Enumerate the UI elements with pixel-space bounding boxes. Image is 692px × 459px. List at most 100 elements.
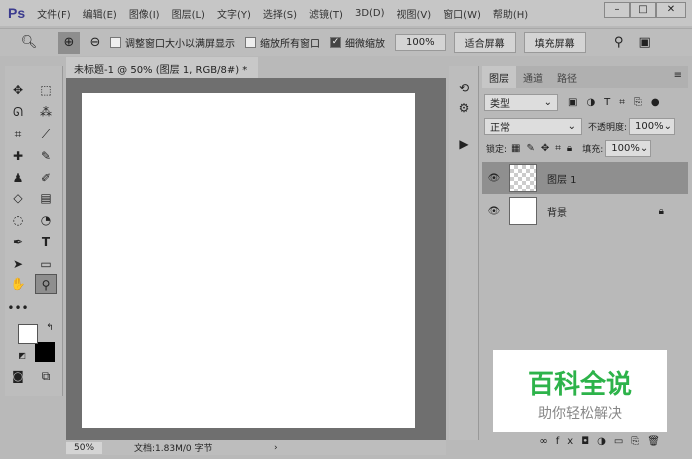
visibility-eye-icon[interactable]: 👁︎ [482,206,506,217]
dodge-tool-icon[interactable]: ◔ [35,210,57,230]
resize-windows-checkbox[interactable]: 调整窗口大小以满屏显示 [110,35,235,50]
visibility-eye-icon[interactable]: 👁︎ [482,173,506,184]
crop-tool-icon[interactable]: ⌗ [7,124,29,144]
pen-tool-icon[interactable]: ✒ [7,232,29,252]
zoom-tool-icon[interactable]: ⚲ [35,274,57,294]
menu-view[interactable]: 视图(V) [397,6,432,21]
screen-mode-icon[interactable]: ⧉ [35,366,57,386]
fx-icon[interactable]: fx [556,436,581,447]
fill-screen-button[interactable]: 填充屏幕 [523,32,586,53]
lasso-tool-icon[interactable]: ᘏ [7,102,29,122]
panel-menu-icon[interactable]: ≡ [668,66,688,88]
photoshop-logo: Ps [8,5,26,21]
label: 细微缩放 [345,39,385,50]
scrubby-zoom-checkbox[interactable]: ✓ 细微缩放 [330,35,385,50]
history-brush-icon[interactable]: ✐ [35,168,57,188]
menu-bar: Ps 文件(F) 编辑(E) 图像(I) 图层(L) 文字(Y) 选择(S) 滤… [0,0,692,26]
status-menu-arrow[interactable]: › [274,443,278,453]
lock-icons[interactable]: ▦✎✥⌗🔒︎ [511,143,578,154]
minimize-button[interactable]: – [604,2,630,18]
blend-mode-select[interactable]: 正常 ⌄ [484,118,582,135]
filter-kind-select[interactable]: 类型 ⌄ [484,94,558,111]
eraser-tool-icon[interactable]: ◇ [7,188,29,208]
tab-layers[interactable]: 图层 [482,66,516,88]
menu-file[interactable]: 文件(F) [37,6,71,21]
marquee-tool-icon[interactable]: ⬚ [35,80,57,100]
new-layer-icon[interactable]: ⎘ [631,436,647,447]
layer-actions: ∞ fx ◘ ◑ ▭ ⎘ 🗑︎ [482,436,688,447]
menu-edit[interactable]: 编辑(E) [83,6,117,21]
more-tools-icon[interactable]: ••• [7,298,29,318]
zoom-100-button[interactable]: 100% [395,34,446,51]
rectangle-tool-icon[interactable]: ▭ [35,254,57,274]
gradient-tool-icon[interactable]: ▤ [35,188,57,208]
properties-panel-icon[interactable]: ⚙ [453,98,475,118]
healing-brush-icon[interactable]: ✚ [7,146,29,166]
document-title: 未标题-1 @ 50% (图层 1, RGB/8#) * [74,65,248,76]
filter-label: 类型 [490,99,510,110]
link-icon[interactable]: ∞ [539,436,555,447]
chevron-down-icon: ⌄ [663,121,673,132]
panel-tabs: 图层 通道 路径 ≡ [482,66,688,88]
menu-layer[interactable]: 图层(L) [172,6,205,21]
blur-tool-icon[interactable]: ◌ [7,210,29,230]
layer-name: 图层 1 [547,174,577,186]
trash-icon[interactable]: 🗑︎ [647,436,668,447]
background-color-swatch[interactable] [35,342,55,362]
zoom-level-field[interactable]: 50% [66,441,102,454]
search-icon[interactable]: ⚲ [608,32,630,54]
tab-paths[interactable]: 路径 [550,66,584,88]
checkbox-icon[interactable] [110,37,121,48]
document-tab[interactable]: 未标题-1 @ 50% (图层 1, RGB/8#) * × [66,57,258,87]
label: 调整窗口大小以满屏显示 [125,39,235,50]
workspace-icon[interactable]: ▣ [634,32,656,54]
brush-tool-icon[interactable]: ✎ [35,146,57,166]
menu-help[interactable]: 帮助(H) [493,6,528,21]
swap-colors-icon[interactable]: ↰ [39,318,61,338]
fit-screen-button[interactable]: 适合屏幕 [453,32,516,53]
actions-play-icon[interactable]: ▶ [453,134,475,154]
zoom-in-icon[interactable]: ⊕ [58,31,80,54]
menu-filter[interactable]: 滤镜(T) [309,6,343,21]
group-folder-icon[interactable]: ▭ [614,436,631,447]
menu-select[interactable]: 选择(S) [263,6,297,21]
menu-type[interactable]: 文字(Y) [217,6,251,21]
zoom-all-checkbox[interactable]: 缩放所有窗口 [245,35,320,50]
options-bar: 🔍︎ ⊕ ⊖ 调整窗口大小以满屏显示 缩放所有窗口 ✓ 细微缩放 100% 适合屏… [0,28,692,56]
mask-icon[interactable]: ◘ [581,436,597,447]
maximize-button[interactable]: □ [630,2,656,18]
quick-mask-icon[interactable]: ◙ [7,366,29,386]
opacity-label: 不透明度: [588,123,628,133]
zoom-tool-preset-icon[interactable]: 🔍︎ [18,32,40,54]
opacity-field[interactable]: 100% ⌄ [629,118,676,135]
foreground-color-swatch[interactable] [18,324,38,344]
hand-tool-icon[interactable]: ✋ [7,274,29,294]
checkbox-icon[interactable] [245,37,256,48]
filter-icons[interactable]: ▣◑T⌗⎘● [568,97,669,108]
checkmark-icon[interactable]: ✓ [330,37,341,48]
opacity-value: 100% [635,121,664,132]
history-panel-icon[interactable]: ⟲ [453,78,475,98]
menu-image[interactable]: 图像(I) [129,6,160,21]
default-colors-icon[interactable]: ◩ [11,346,33,366]
type-tool-icon[interactable]: T [35,232,57,252]
fill-field[interactable]: 100% ⌄ [605,140,652,157]
move-tool-icon[interactable]: ✥ [7,80,29,100]
tab-channels[interactable]: 通道 [516,66,550,88]
layer-row[interactable]: 👁︎ 图层 1 [482,162,688,194]
collapsed-panels: ⟲ ⚙ ▶ [449,66,479,440]
watermark: 百科全说 助你轻松解决 [493,350,667,432]
zoom-out-icon[interactable]: ⊖ [84,32,106,54]
menu-window[interactable]: 窗口(W) [443,6,481,21]
stamp-tool-icon[interactable]: ♟ [7,168,29,188]
layer-row[interactable]: 👁︎ 背景 🔒︎ [482,195,688,227]
adjustment-icon[interactable]: ◑ [597,436,614,447]
chevron-down-icon: ⌄ [567,121,576,132]
eyedropper-icon[interactable]: ⟋ [35,124,57,144]
canvas[interactable] [82,93,415,428]
close-button[interactable]: ✕ [656,2,686,18]
magic-wand-icon[interactable]: ⁂ [35,102,57,122]
path-select-icon[interactable]: ➤ [7,254,29,274]
menu-3d[interactable]: 3D(D) [355,8,385,19]
layer-thumbnail [509,197,537,225]
